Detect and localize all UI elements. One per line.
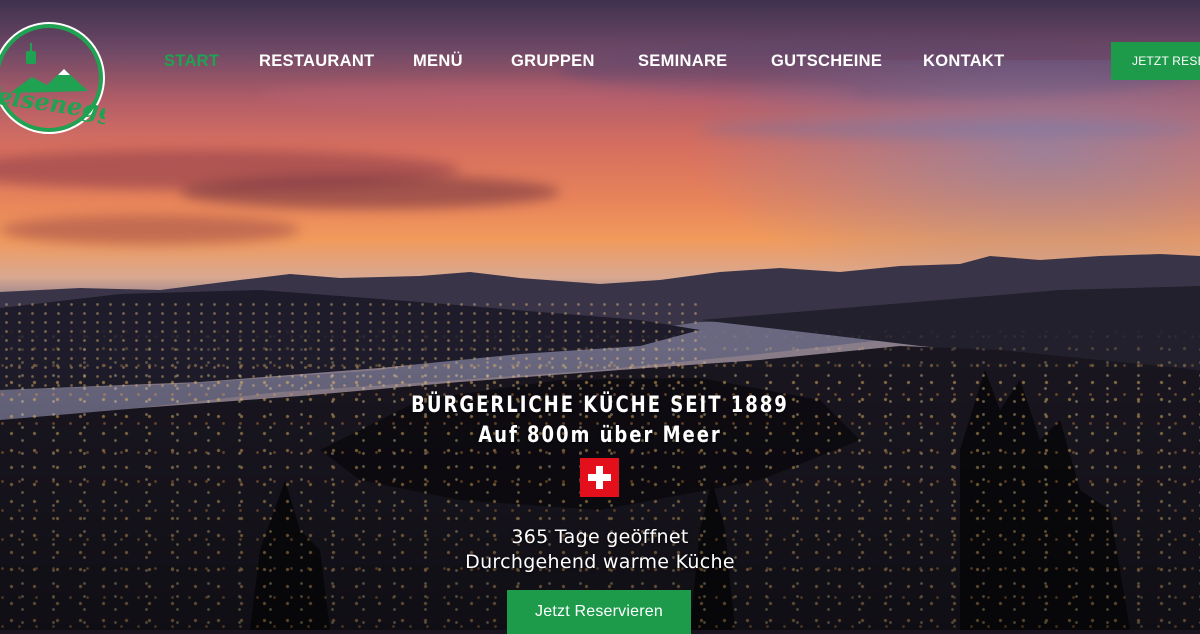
- nav-item-restaurant[interactable]: RESTAURANT: [259, 52, 374, 71]
- felsenegg-logo[interactable]: Felsenegg: [0, 19, 105, 137]
- reserve-button-header[interactable]: JETZT RESERVIEREN: [1111, 42, 1200, 80]
- hero-headline: BÜRGERLICHE KÜCHE SEIT 1889: [411, 393, 789, 418]
- opening-days-text: 365 Tage geöffnet: [511, 526, 689, 548]
- nav-item-seminare[interactable]: SEMINARE: [638, 52, 728, 71]
- swiss-flag-icon: [580, 458, 619, 497]
- nav-item-start[interactable]: START: [164, 52, 219, 71]
- reserve-button-hero[interactable]: Jetzt Reservieren: [507, 590, 691, 634]
- kitchen-hours-text: Durchgehend warme Küche: [465, 551, 735, 573]
- hero-subheadline: Auf 800m über Meer: [478, 423, 722, 448]
- nav-item-gutscheine[interactable]: GUTSCHEINE: [771, 52, 882, 71]
- nav-item-kontakt[interactable]: KONTAKT: [923, 52, 1005, 71]
- nav-item-gruppen[interactable]: GRUPPEN: [511, 52, 595, 71]
- nav-item-menu[interactable]: MENÜ: [413, 52, 463, 71]
